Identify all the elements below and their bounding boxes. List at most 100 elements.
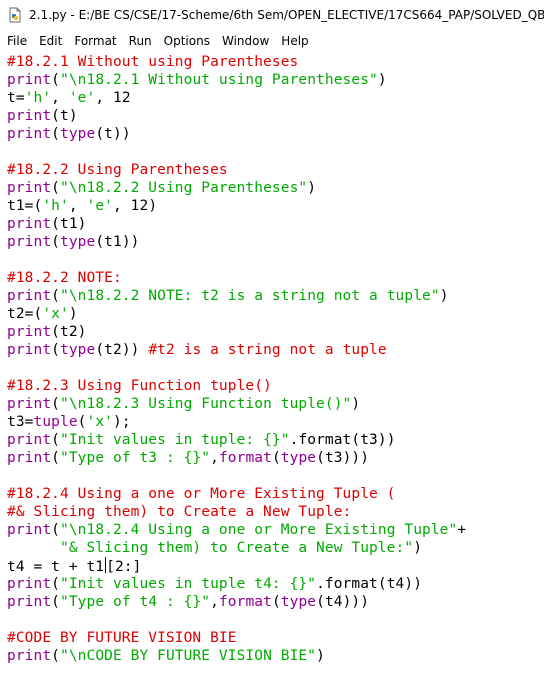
code-token-plain: + (457, 522, 467, 538)
code-line[interactable]: print(type(t)) (7, 125, 131, 143)
code-token-plain: (t) (51, 108, 78, 124)
code-token-string: 'e' (68, 90, 96, 106)
code-token-plain: .format(t4)) (316, 576, 423, 592)
menu-file[interactable]: File (2, 34, 32, 48)
title-bar: 2.1.py - E:/BE CS/CSE/17-Scheme/6th Sem/… (0, 0, 544, 30)
code-line[interactable]: print("Type of t4 : {}",format(type(t4))… (7, 593, 369, 611)
code-line[interactable]: t4 = t + t1 [2:] (7, 557, 141, 575)
code-token-plain: ) (377, 72, 387, 88)
code-line[interactable]: print("\n18.2.4 Using a one or More Exis… (7, 521, 466, 539)
code-token-plain: t3= (7, 414, 34, 430)
code-token-comment: #18.2.4 Using a one or More Existing Tup… (7, 486, 396, 502)
menu-options[interactable]: Options (159, 34, 215, 48)
code-token-builtin: tuple (33, 414, 78, 430)
code-line[interactable]: print("\n18.2.1 Without using Parenthese… (7, 71, 387, 89)
code-line[interactable]: #18.2.3 Using Function tuple() (7, 377, 272, 395)
code-token-plain: [2:] (106, 559, 142, 575)
code-token-builtin: type (60, 126, 96, 142)
code-line[interactable]: print(t2) (7, 323, 86, 341)
code-token-plain: (t2) (51, 324, 87, 340)
code-token-string: "\n18.2.2 Using Parentheses" (60, 180, 308, 196)
code-line[interactable]: print("\n18.2.2 NOTE: t2 is a string not… (7, 287, 449, 305)
code-token-plain: , 12) (113, 198, 158, 214)
code-token-builtin: print (7, 234, 52, 250)
code-line[interactable]: #18.2.1 Without using Parentheses (7, 53, 298, 71)
code-token-plain: ( (271, 594, 281, 610)
code-token-plain: ) (307, 180, 317, 196)
code-line[interactable]: print("Init values in tuple t4: {}".form… (7, 575, 422, 593)
code-line[interactable]: print("\n18.2.2 Using Parentheses") (7, 179, 316, 197)
code-line[interactable]: print(type(t1)) (7, 233, 139, 251)
code-token-builtin: format (218, 594, 272, 610)
python-file-icon (7, 7, 23, 23)
code-token-plain: (t)) (95, 126, 131, 142)
code-token-plain: t2=( (7, 306, 43, 322)
code-token-builtin: print (7, 216, 52, 232)
code-token-plain: , (210, 594, 219, 610)
code-token-plain: , (68, 198, 87, 214)
code-token-builtin: print (7, 288, 52, 304)
code-token-comment: #18.2.2 Using Parentheses (7, 162, 228, 178)
code-token-builtin: type (280, 594, 317, 610)
code-token-string: "Type of t4 : {}" (60, 594, 211, 610)
code-token-plain: , (51, 90, 69, 106)
code-line[interactable]: t3=tuple('x'); (7, 413, 131, 431)
code-line[interactable]: #18.2.2 Using Parentheses (7, 161, 228, 179)
code-token-plain: ( (51, 72, 60, 88)
code-token-builtin: type (60, 342, 96, 358)
code-line[interactable]: #18.2.2 NOTE: (7, 269, 122, 287)
code-token-string: "Init values in tuple: {}" (60, 432, 290, 448)
code-token-string: "Type of t3 : {}" (60, 450, 211, 466)
code-token-plain: ) (351, 396, 361, 412)
code-token-string: 'x' (42, 306, 69, 322)
code-token-comment: #18.2.1 Without using Parentheses (7, 54, 299, 70)
menu-help[interactable]: Help (276, 34, 313, 48)
code-token-string: 'h' (24, 90, 52, 106)
code-line[interactable]: print("\n18.2.3 Using Function tuple()") (7, 395, 360, 413)
code-token-plain: ( (51, 576, 60, 592)
code-line[interactable]: print("\nCODE BY FUTURE VISION BIE") (7, 647, 325, 665)
code-token-string: "\n18.2.4 Using a one or More Existing T… (60, 522, 458, 538)
code-line[interactable]: #CODE BY FUTURE VISION BIE (7, 629, 237, 647)
code-token-plain: (t1)) (95, 234, 140, 250)
code-token-plain: (t3))) (316, 450, 370, 466)
code-line[interactable]: print(t) (7, 107, 78, 125)
code-token-builtin: print (7, 576, 52, 592)
code-token-plain: ( (51, 450, 60, 466)
code-line[interactable]: print(t1) (7, 215, 86, 233)
code-line[interactable]: "& Slicing them) to Create a New Tuple:"… (7, 539, 422, 557)
code-line[interactable]: #& Slicing them) to Create a New Tuple: (7, 503, 351, 521)
code-token-builtin: print (7, 396, 52, 412)
code-token-plain: ( (51, 594, 60, 610)
code-line[interactable]: print("Init values in tuple: {}".format(… (7, 431, 396, 449)
code-token-comment: #t2 is a string not a tuple (148, 342, 387, 358)
menu-format[interactable]: Format (69, 34, 121, 48)
code-token-string: 'e' (86, 198, 113, 214)
code-token-builtin: print (7, 72, 52, 88)
code-token-string: "Init values in tuple t4: {}" (60, 576, 317, 592)
menu-run[interactable]: Run (124, 34, 157, 48)
code-token-builtin: print (7, 522, 52, 538)
code-token-plain: ) (68, 306, 78, 322)
code-line[interactable]: print("Type of t3 : {}",format(type(t3))… (7, 449, 369, 467)
code-token-plain: ( (271, 450, 281, 466)
code-token-plain: ) (316, 648, 325, 664)
code-line[interactable]: print(type(t2)) #t2 is a string not a tu… (7, 341, 387, 359)
code-token-builtin: print (7, 342, 52, 358)
code-token-plain: (t2)) (95, 342, 149, 358)
code-line[interactable]: t='h', 'e', 12 (7, 89, 131, 107)
menu-edit[interactable]: Edit (34, 34, 67, 48)
code-token-builtin: print (7, 180, 52, 196)
code-line[interactable]: #18.2.4 Using a one or More Existing Tup… (7, 485, 396, 503)
code-line[interactable]: t1=('h', 'e', 12) (7, 197, 157, 215)
code-token-plain: , (210, 450, 219, 466)
code-token-plain: (t4))) (316, 594, 370, 610)
code-token-builtin: print (7, 450, 52, 466)
code-line[interactable]: t2=('x') (7, 305, 78, 323)
menu-window[interactable]: Window (217, 34, 274, 48)
code-token-comment: #CODE BY FUTURE VISION BIE (7, 630, 237, 646)
code-token-plain: ( (51, 126, 60, 142)
code-token-plain: t4 = t + t1 (7, 559, 105, 575)
code-editor[interactable]: #18.2.1 Without using Parentheses print("… (0, 51, 544, 676)
